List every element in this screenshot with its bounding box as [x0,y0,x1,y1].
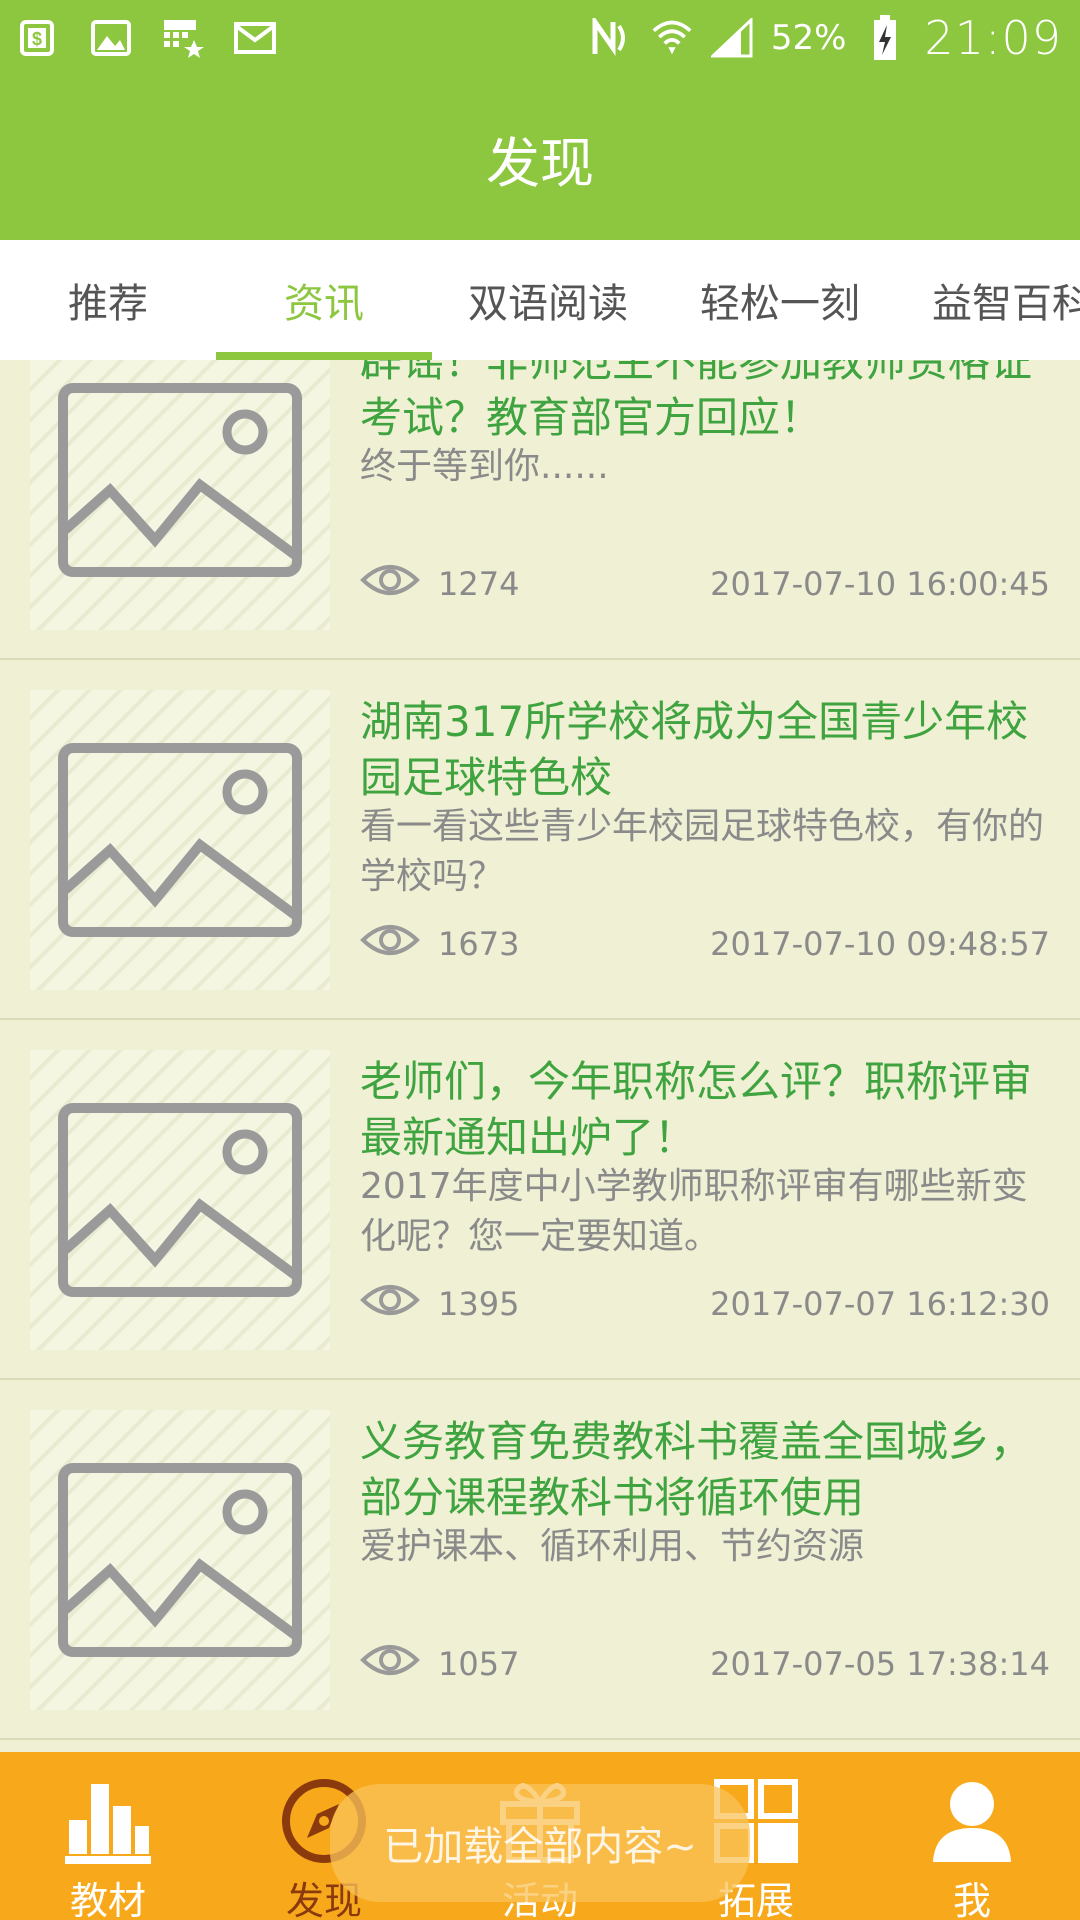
tab-bilingual-reading[interactable]: 双语阅读 [432,240,664,360]
list-item[interactable]: 义务教育免费教科书覆盖全国城乡，部分课程教科书将循环使用 爱护课本、循环利用、节… [0,1380,1080,1740]
list-item[interactable]: 老师们，今年职称怎么评？职称评审最新通知出炉了！ 2017年度中小学教师职称评审… [0,1020,1080,1380]
view-count: 1274 [360,554,519,614]
view-count-value: 1057 [438,1645,520,1683]
nav-label: 我 [952,1879,991,1920]
article-title[interactable]: 老师们，今年职称怎么评？职称评审最新通知出炉了！ [360,1054,1060,1166]
wifi-icon [651,18,693,58]
eye-icon [360,1640,420,1688]
eye-icon [360,560,420,608]
view-count: 1673 [360,914,519,974]
nfc-icon [591,18,633,58]
loaded-all-toast: 已加载全部内容~ [330,1784,750,1902]
eye-icon [360,1280,420,1328]
article-summary: 2017年度中小学教师职称评审有哪些新变化呢？您一定要知道。 [360,1166,1028,1257]
category-tabs: 推荐 资讯 双语阅读 轻松一刻 益智百科 [0,240,1080,360]
image-placeholder-icon [30,1410,330,1710]
view-count: 1057 [360,1634,519,1694]
view-count-value: 1274 [438,565,520,603]
status-bar: $ 52% 21:09 [0,0,1080,76]
article-title[interactable]: 义务教育免费教科书覆盖全国城乡，部分课程教科书将循环使用 [360,1414,1060,1526]
tab-recommend[interactable]: 推荐 [0,240,216,360]
image-icon [90,18,132,58]
image-placeholder-icon [30,1050,330,1350]
tab-encyclopedia[interactable]: 益智百科 [896,240,1080,360]
article-list[interactable]: 辟谣！非师范生不能参加教师资格证考试？教育部官方回应！ 终于等到你...... … [0,360,1080,1752]
clock: 21:09 [924,11,1062,65]
tab-news[interactable]: 资讯 [216,240,432,360]
app-header: 发现 [0,76,1080,240]
mail-icon [234,18,276,58]
user-icon [917,1766,1027,1876]
nav-textbook[interactable]: 教材 [0,1752,216,1920]
view-count-value: 1395 [438,1285,520,1323]
article-summary: 爱护课本、循环利用、节约资源 [360,1526,865,1567]
view-count-value: 1673 [438,925,520,963]
svg-text:$: $ [32,29,42,49]
article-title[interactable]: 湖南317所学校将成为全国青少年校园足球特色校 [360,694,1060,806]
battery-percent: 52% [770,18,847,58]
calendar-icon [162,18,204,58]
battery-charging-icon [864,15,906,60]
status-bar-left: $ [18,18,276,58]
view-count: 1395 [360,1274,519,1334]
bar-chart-icon [53,1766,163,1876]
nav-label: 教材 [69,1879,146,1920]
list-item[interactable]: 湖南317所学校将成为全国青少年校园足球特色校 看一看这些青少年校园足球特色校，… [0,660,1080,1020]
signal-icon [710,18,753,58]
publish-date: 2017-07-10 16:00:45 [710,565,1050,603]
s-app-icon: $ [18,18,60,58]
list-item[interactable]: 辟谣！非师范生不能参加教师资格证考试？教育部官方回应！ 终于等到你...... … [0,360,1080,660]
publish-date: 2017-07-07 16:12:30 [710,1285,1050,1323]
publish-date: 2017-07-10 09:48:57 [710,925,1050,963]
tab-active-indicator [216,352,432,360]
publish-date: 2017-07-05 17:38:14 [710,1645,1050,1683]
tab-relax-moment[interactable]: 轻松一刻 [664,240,896,360]
eye-icon [360,920,420,968]
image-placeholder-icon [30,690,330,990]
image-placeholder-icon [30,360,330,630]
article-summary: 看一看这些青少年校园足球特色校，有你的学校吗？ [360,806,1045,897]
page-title: 发现 [486,131,594,195]
article-title[interactable]: 辟谣！非师范生不能参加教师资格证考试？教育部官方回应！ [360,360,1060,446]
article-summary: 终于等到你...... [360,446,609,487]
status-bar-right: 52% 21:09 [591,11,1062,65]
nav-me[interactable]: 我 [864,1752,1080,1920]
